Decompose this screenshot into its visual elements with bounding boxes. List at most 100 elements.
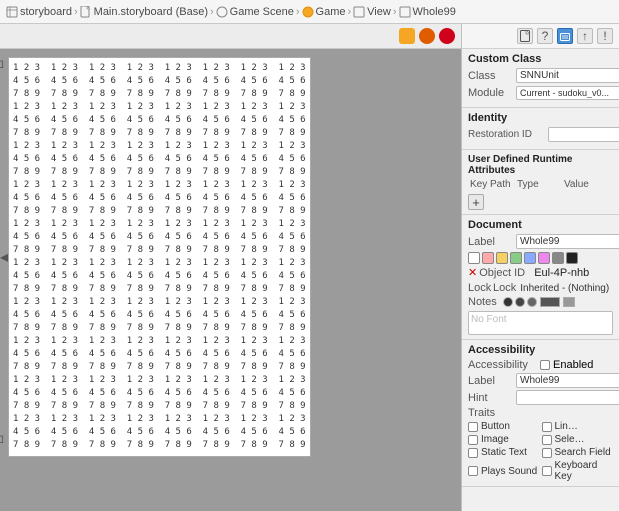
trait-selected-checkbox[interactable] bbox=[542, 435, 552, 445]
identity-section: Identity Restoration ID bbox=[462, 108, 619, 150]
module-input[interactable] bbox=[516, 86, 619, 100]
swatch-yellow[interactable] bbox=[496, 252, 508, 264]
trait-search-field: Search Field bbox=[542, 447, 614, 458]
red-circle-button[interactable] bbox=[439, 28, 455, 44]
doc-object-id-value: Eul-4P-nhb bbox=[534, 267, 613, 279]
module-label: Module bbox=[468, 87, 516, 99]
breadcrumb-bar: storyboard › Main.storyboard (Base) › Ga… bbox=[0, 0, 619, 24]
traits-grid: Button Lin… Image Sele… Static Text bbox=[468, 421, 613, 482]
trait-link: Lin… bbox=[542, 421, 614, 432]
trait-button-label: Button bbox=[481, 421, 510, 432]
breadcrumb-sep-1: › bbox=[210, 6, 214, 18]
panel-warning-icon[interactable]: ! bbox=[597, 28, 613, 44]
grid-content: 1 2 3 1 2 3 1 2 3 1 2 3 1 2 3 1 2 3 1 2 … bbox=[13, 62, 306, 452]
lock-label-text: Lock bbox=[493, 282, 516, 294]
notes-colors-row: Notes bbox=[468, 296, 613, 308]
swatch-green[interactable] bbox=[510, 252, 522, 264]
game-icon bbox=[302, 6, 314, 18]
acc-enabled-checkbox[interactable] bbox=[540, 360, 550, 370]
view-icon bbox=[353, 6, 365, 18]
class-label: Class bbox=[468, 70, 516, 82]
canvas-area: ◀ ☐ ☐ 1 2 3 1 2 3 1 2 3 1 2 3 1 2 3 1 2 … bbox=[0, 24, 461, 511]
top-checkbox: ☐ bbox=[0, 60, 4, 71]
canvas-toolbar bbox=[0, 24, 461, 49]
notes-color-rect2[interactable] bbox=[563, 297, 575, 307]
breadcrumb-item-whole99[interactable]: Whole99 bbox=[399, 6, 456, 18]
notes-color-light[interactable] bbox=[527, 297, 537, 307]
user-defined-title: User Defined Runtime Attributes bbox=[468, 154, 613, 176]
restoration-id-input[interactable] bbox=[548, 127, 619, 142]
notes-color-rect[interactable] bbox=[540, 297, 560, 307]
panel-icons-bar: ? ↑ ! bbox=[462, 24, 619, 49]
acc-traits-label: Traits bbox=[468, 407, 613, 419]
add-attribute-button[interactable]: + bbox=[468, 194, 484, 210]
breadcrumb-item-scene[interactable]: Game Scene bbox=[216, 6, 294, 18]
canvas-content[interactable]: ◀ ☐ ☐ 1 2 3 1 2 3 1 2 3 1 2 3 1 2 3 1 2 … bbox=[0, 49, 461, 511]
breadcrumb-item-game[interactable]: Game bbox=[302, 6, 346, 18]
custom-class-section: Custom Class Class Module bbox=[462, 49, 619, 108]
bottom-checkbox: ☐ bbox=[0, 435, 4, 446]
lock-label: Lock bbox=[468, 282, 493, 294]
trait-static-text: Static Text bbox=[468, 447, 540, 458]
trait-button-checkbox[interactable] bbox=[468, 422, 478, 432]
storyboard-icon bbox=[6, 6, 18, 18]
panel-identity-icon[interactable] bbox=[557, 28, 573, 44]
breadcrumb-item-view[interactable]: View bbox=[353, 6, 391, 18]
trait-search-field-checkbox[interactable] bbox=[542, 448, 552, 458]
doc-label-input[interactable] bbox=[516, 234, 619, 249]
orange-circle-button[interactable] bbox=[419, 28, 435, 44]
lock-value: Inherited - (Nothing) bbox=[520, 283, 613, 294]
acc-enabled-label: Enabled bbox=[553, 359, 593, 371]
acc-label-input[interactable] bbox=[516, 373, 619, 388]
document-title: Document bbox=[468, 219, 613, 231]
breadcrumb-sep-2: › bbox=[296, 6, 300, 18]
panel-file-icon[interactable] bbox=[517, 28, 533, 44]
trait-selected-label: Sele… bbox=[555, 434, 585, 445]
notes-placeholder: No Font bbox=[471, 314, 507, 325]
x-mark-icon: ✕ bbox=[468, 266, 477, 279]
swatch-black[interactable] bbox=[566, 252, 578, 264]
trait-link-label: Lin… bbox=[555, 421, 578, 432]
col-type: Type bbox=[517, 179, 564, 190]
acc-hint-label: Hint bbox=[468, 392, 516, 404]
col-value: Value bbox=[564, 179, 611, 190]
swatch-pink[interactable] bbox=[482, 252, 494, 264]
trait-image: Image bbox=[468, 434, 540, 445]
trait-plays-sound-label: Plays Sound bbox=[481, 466, 537, 477]
trait-plays-sound-checkbox[interactable] bbox=[468, 466, 478, 476]
class-input[interactable] bbox=[516, 68, 619, 83]
yellow-circle-button[interactable] bbox=[399, 28, 415, 44]
notes-color-medium[interactable] bbox=[515, 297, 525, 307]
accessibility-section: Accessibility Accessibility Enabled Labe… bbox=[462, 340, 619, 487]
accessibility-title: Accessibility bbox=[468, 344, 613, 356]
trait-selected: Sele… bbox=[542, 434, 614, 445]
col-key-path: Key Path bbox=[470, 179, 517, 190]
trait-keyboard-key-checkbox[interactable] bbox=[542, 466, 552, 476]
swatch-blue[interactable] bbox=[524, 252, 536, 264]
trait-plays-sound: Plays Sound bbox=[468, 460, 540, 482]
color-swatches bbox=[468, 252, 613, 264]
trait-static-text-checkbox[interactable] bbox=[468, 448, 478, 458]
user-defined-section: User Defined Runtime Attributes Key Path… bbox=[462, 150, 619, 215]
breadcrumb-item-main[interactable]: Main.storyboard (Base) bbox=[80, 6, 208, 18]
doc-object-id-label: Object ID bbox=[479, 267, 534, 279]
panel-question-icon[interactable]: ? bbox=[537, 28, 553, 44]
breadcrumb-sep-0: › bbox=[74, 6, 78, 18]
acc-hint-input[interactable] bbox=[516, 390, 619, 405]
notes-textarea[interactable]: No Font bbox=[468, 311, 613, 335]
panel-arrow-icon[interactable]: ↑ bbox=[577, 28, 593, 44]
file-icon bbox=[80, 6, 92, 18]
right-panel: ? ↑ ! Custom Class Class Module Identity… bbox=[461, 24, 619, 511]
identity-title: Identity bbox=[468, 112, 613, 124]
trait-image-checkbox[interactable] bbox=[468, 435, 478, 445]
notes-color-dark[interactable] bbox=[503, 297, 513, 307]
whole99-icon bbox=[399, 6, 411, 18]
trait-link-checkbox[interactable] bbox=[542, 422, 552, 432]
swatch-purple[interactable] bbox=[538, 252, 550, 264]
trait-image-label: Image bbox=[481, 434, 509, 445]
breadcrumb-item-storyboard[interactable]: storyboard bbox=[6, 6, 72, 18]
canvas-frame[interactable]: ☐ ☐ 1 2 3 1 2 3 1 2 3 1 2 3 1 2 3 1 2 3 … bbox=[8, 57, 311, 457]
scene-icon bbox=[216, 6, 228, 18]
swatch-white[interactable] bbox=[468, 252, 480, 264]
swatch-gray[interactable] bbox=[552, 252, 564, 264]
